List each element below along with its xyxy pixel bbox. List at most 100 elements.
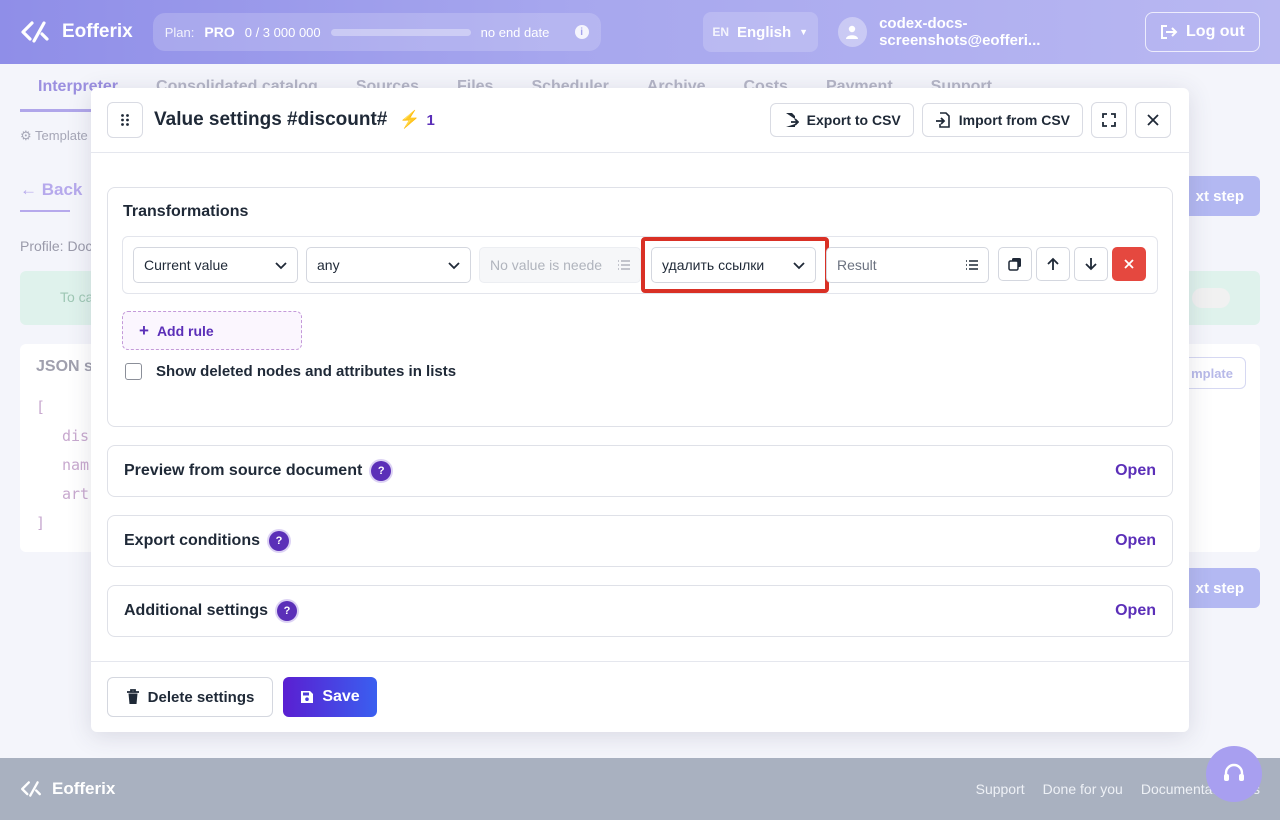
logo[interactable]: Eofferix [20,20,133,44]
delete-settings-button[interactable]: Delete settings [107,677,273,717]
footer-brand[interactable]: Eofferix [20,779,115,799]
logo-icon [21,21,49,43]
plan-usage-count: 0 / 3 000 000 [244,24,321,40]
show-deleted-option[interactable]: Show deleted nodes and attributes in lis… [125,363,456,380]
modal-title: Value settings #discount# [154,109,388,130]
help-icon[interactable]: ? [269,531,289,551]
close-icon [1147,114,1159,126]
chevron-down-icon [793,262,805,270]
section-title: Additional settings [124,602,268,619]
back-underline [20,210,70,212]
action-select[interactable]: удалить ссылки [651,247,816,283]
language-selector[interactable]: EN English ▼ [702,12,818,52]
plan-name: PRO [204,24,235,40]
show-deleted-label: Show deleted nodes and attributes in lis… [156,363,457,380]
value-settings-modal: Value settings #discount# ⚡ 1 Export to … [91,88,1189,732]
open-link[interactable]: Open [1115,462,1156,480]
modal-footer: Delete settings Save [91,661,1189,732]
section-title: Preview from source document [124,462,363,479]
rule-count: 1 [426,111,435,129]
top-bar: Eofferix Plan: PRO 0 / 3 000 000 no end … [0,0,1280,64]
caret-down-icon: ▼ [799,27,809,37]
user-email: codex-docs-screenshots@eofferi... [879,15,1041,49]
close-icon [1124,259,1134,269]
footer: Eofferix Support Done for you Documentat… [0,758,1280,820]
modal-actions: Export to CSV Import from CSV [769,102,1171,138]
brand-name: Eofferix [62,21,133,42]
headset-icon [1224,763,1244,781]
back-label: Back [41,180,83,199]
expand-icon [1102,113,1116,127]
trash-icon [126,689,139,704]
import-csv-label: Import from CSV [958,112,1070,128]
fullscreen-button[interactable] [1091,102,1127,138]
show-deleted-checkbox[interactable] [125,363,142,380]
close-button[interactable] [1135,102,1171,138]
open-link[interactable]: Open [1115,602,1156,620]
modal-body: Transformations Current value any No val… [91,153,1189,661]
profile-label: Profile: Doc [20,238,93,254]
open-link[interactable]: Open [1115,532,1156,550]
source-select[interactable]: Current value [133,247,298,283]
delete-settings-label: Delete settings [147,688,255,706]
add-rule-button[interactable]: + Add rule [122,311,302,350]
move-up-button[interactable] [1036,247,1070,281]
copy-icon [1008,258,1021,271]
export-conditions-section[interactable]: Export conditions ? Open [107,515,1173,567]
save-button[interactable]: Save [283,677,377,717]
chevron-down-icon [448,262,460,270]
source-value: Current value [144,257,229,273]
arrow-down-icon [1085,258,1097,271]
chat-support-button[interactable] [1206,746,1262,802]
value-placeholder: No value is neede [490,257,603,273]
file-export-icon [785,113,799,127]
transformation-rule: Current value any No value is neede удал… [122,236,1158,294]
section-title: Export conditions [124,532,260,549]
move-down-button[interactable] [1074,247,1108,281]
user-icon [846,25,859,39]
info-icon[interactable]: i [574,25,589,39]
logout-button[interactable]: Log out [1144,12,1260,52]
duplicate-rule-button[interactable] [998,247,1032,281]
transformations-title: Transformations [123,203,249,220]
result-input[interactable]: Result [826,247,989,283]
modal-header: Value settings #discount# ⚡ 1 Export to … [91,88,1189,153]
preview-section[interactable]: Preview from source document ? Open [107,445,1173,497]
logo-icon [21,781,41,797]
notice-text: To ca [60,289,94,305]
subtab-label: Template [35,128,88,143]
lightning-icon: ⚡ [399,110,421,129]
drag-handle[interactable] [107,102,143,138]
export-csv-label: Export to CSV [806,112,901,128]
chevron-down-icon [275,262,287,270]
action-value: удалить ссылки [662,257,765,273]
footer-link-done-for-you[interactable]: Done for you [1043,781,1123,797]
export-csv-button[interactable]: Export to CSV [769,103,914,137]
condition-select[interactable]: any [306,247,471,283]
help-icon[interactable]: ? [277,601,297,621]
plan-label: Plan: [164,24,195,40]
condition-value: any [317,257,340,273]
footer-link-support[interactable]: Support [976,781,1025,797]
notice-toggle[interactable] [1192,288,1230,308]
user-menu[interactable]: codex-docs-screenshots@eofferi... [837,15,1123,49]
delete-rule-button[interactable] [1112,247,1146,281]
import-csv-button[interactable]: Import from CSV [921,103,1083,137]
footer-brand-name: Eofferix [52,779,116,798]
transformations-panel: Transformations Current value any No val… [107,187,1173,427]
plus-icon: + [139,320,149,340]
save-label: Save [322,688,360,705]
list-icon [618,260,630,270]
back-link[interactable]: ← Back [20,180,82,200]
plan-usage: Plan: PRO 0 / 3 000 000 no end date i [152,13,601,51]
drag-dots-icon [121,114,129,126]
list-icon [966,260,978,270]
language-code: EN [712,25,729,39]
plan-end-date: no end date [480,24,550,40]
file-import-icon [935,112,950,128]
additional-settings-section[interactable]: Additional settings ? Open [107,585,1173,637]
arrow-up-icon [1047,257,1059,270]
floppy-icon [301,691,314,703]
value-input[interactable]: No value is neede [479,247,641,283]
help-icon[interactable]: ? [371,461,392,481]
